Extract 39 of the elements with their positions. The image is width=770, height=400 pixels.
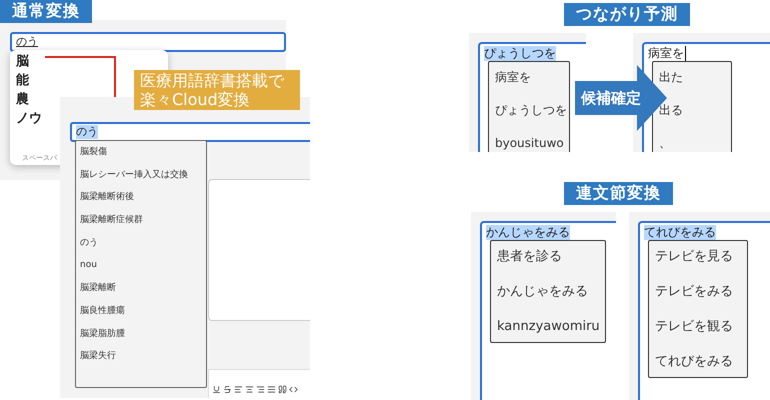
candidate-item[interactable]: 出る [659,103,725,117]
callout-text: 楽々Cloud変換 [140,90,251,109]
candidate-item[interactable]: 能 [16,71,29,90]
candidate-item[interactable]: かんじゃをみる [497,284,599,299]
section-label: つながり予測 [564,3,690,26]
candidate-item[interactable]: テレビをみる [655,284,741,299]
input-text[interactable]: てれびをみる [644,225,716,240]
candidate-item[interactable]: byousituwo [495,136,563,150]
candidate-item[interactable]: 農 [16,90,29,109]
input-text: のう [76,125,98,139]
input-text[interactable]: かんじゃをみる [486,225,570,240]
candidate-item[interactable]: テレビを観る [655,319,741,334]
arrow-label: 候補確定 [580,88,641,108]
input-field[interactable]: のう [10,32,286,52]
candidate-item[interactable]: 患者を診る [497,249,599,264]
candidate-item[interactable]: 脳梁離断 [80,283,202,294]
candidate-item[interactable]: 病室を [495,70,563,84]
section-label: 通常変換 [0,0,92,23]
candidate-item[interactable]: nou [80,260,202,272]
candidate-item[interactable]: kannzyawomiru [497,319,599,334]
candidate-item[interactable]: のう [80,238,202,249]
section-label: 連文節変換 [564,182,673,205]
candidate-item[interactable]: 脳レシーバー挿入又は交換 [80,170,202,181]
input-field[interactable]: のう [70,122,310,142]
candidate-item[interactable]: 脳梁離断術後 [80,192,202,204]
candidate-item[interactable]: 脳裂傷 [80,147,202,158]
candidate-item[interactable]: 出た [659,70,725,84]
input-text: のう [16,35,38,49]
candidate-item[interactable]: ノウ [16,109,42,128]
candidate-item[interactable]: 、 [659,136,725,150]
callout-text: 医療用語辞書搭載で [140,71,286,90]
candidate-item[interactable]: 脳梁離断症候群 [80,215,202,226]
candidate-item[interactable]: 脳 [16,52,29,71]
candidate-item[interactable]: テレビを見る [655,249,741,264]
candidate-item[interactable]: 脳梁失行 [80,351,202,362]
candidate-item[interactable]: てれびをみる [655,354,741,369]
candidate-item[interactable]: 脳良性腫瘍 [80,306,202,317]
input-text[interactable]: ぴょうしつを [484,46,556,61]
candidate-item[interactable]: 脳梁脂肪腫 [80,328,202,340]
